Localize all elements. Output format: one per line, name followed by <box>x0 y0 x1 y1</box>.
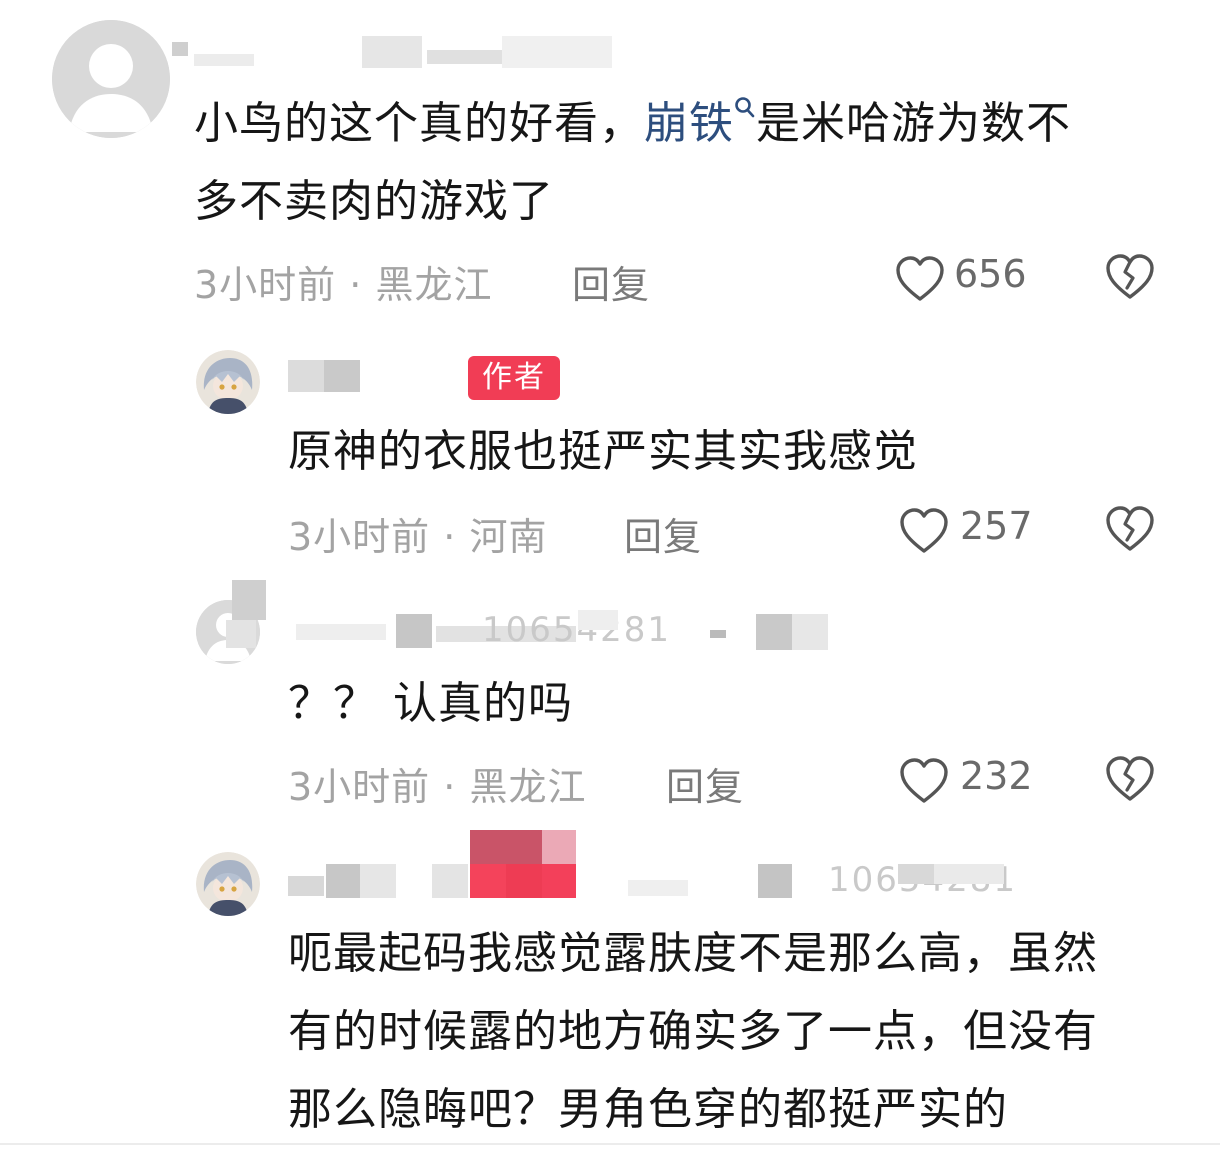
reply-button[interactable]: 回复 <box>572 254 650 309</box>
like-count: 257 <box>960 504 1033 548</box>
search-icon <box>735 97 755 118</box>
dislike-button[interactable] <box>1104 252 1156 304</box>
comment-text: 那么隐晦吧？男角色穿的都挺严实的 <box>288 1084 1008 1135</box>
comment-text: 多不卖肉的游戏了 <box>194 176 554 227</box>
heart-outline-icon <box>896 256 944 301</box>
timestamp: 3小时前 <box>288 515 431 559</box>
reply-button[interactable]: 回复 <box>624 506 702 561</box>
divider <box>0 1143 1220 1145</box>
search-link[interactable]: 崩铁 <box>644 97 756 149</box>
author-avatar[interactable] <box>196 852 260 916</box>
broken-heart-icon <box>1106 254 1154 299</box>
comment-meta: 3小时前 · 河南 <box>288 515 548 559</box>
username-redacted: 10654281 <box>226 580 836 650</box>
like-button[interactable]: 257 <box>898 504 1044 556</box>
timestamp: 3小时前 <box>288 765 431 809</box>
dislike-button[interactable] <box>1104 754 1156 806</box>
author-badge: 作者 <box>468 356 560 400</box>
username-redacted: 10654281 <box>288 830 1028 900</box>
like-count: 656 <box>954 252 1027 296</box>
location: 河南 <box>469 515 548 559</box>
location: 黑龙江 <box>469 765 587 809</box>
comment-avatar[interactable] <box>52 20 170 138</box>
like-button[interactable]: 232 <box>898 754 1044 806</box>
anime-avatar-icon <box>196 350 260 414</box>
reply-button[interactable]: 回复 <box>666 756 744 811</box>
username-redacted <box>288 360 360 392</box>
like-count: 232 <box>960 754 1033 798</box>
comment-text: 呃最起码我感觉露肤度不是那么高，虽然 <box>288 928 1098 979</box>
comment-text: 小鸟的这个真的好看，崩铁 是米哈游为数不 <box>194 97 1071 149</box>
author-avatar[interactable] <box>196 350 260 414</box>
timestamp: 3小时前 <box>194 263 337 307</box>
broken-heart-icon <box>1106 756 1154 801</box>
comment-meta: 3小时前 · 黑龙江 <box>194 263 493 307</box>
location: 黑龙江 <box>375 263 493 307</box>
broken-heart-icon <box>1106 506 1154 551</box>
dislike-button[interactable] <box>1104 504 1156 556</box>
comment-text: 有的时候露的地方确实多了一点，但没有 <box>288 1006 1098 1057</box>
comment-text: 原神的衣服也挺严实其实我感觉 <box>288 426 918 477</box>
like-button[interactable]: 656 <box>894 252 1044 304</box>
default-avatar-icon <box>52 20 170 138</box>
comment-text: ？？ 认真的吗 <box>288 678 573 729</box>
username-redacted <box>172 36 612 68</box>
heart-outline-icon <box>900 508 948 553</box>
comment-meta: 3小时前 · 黑龙江 <box>288 765 587 809</box>
heart-outline-icon <box>900 758 948 803</box>
anime-avatar-icon <box>196 852 260 916</box>
username-fragment: 10654281 <box>482 610 672 650</box>
